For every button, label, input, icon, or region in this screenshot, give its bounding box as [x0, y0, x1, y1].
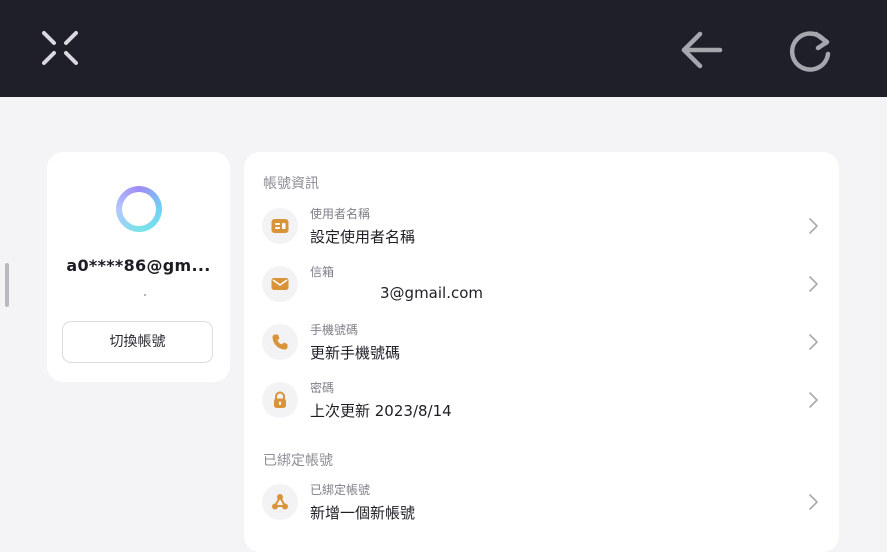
- linked-account-row[interactable]: 已綁定帳號 新增一個新帳號: [244, 476, 839, 528]
- username-row[interactable]: 使用者名稱 設定使用者名稱: [244, 200, 839, 252]
- avatar: [116, 186, 162, 232]
- row-value: 新增一個新帳號: [310, 504, 416, 522]
- account-settings-card: 帳號資訊 使用者名稱 設定使用者名稱 信箱 3@gmail.com 手機號碼 更…: [244, 152, 839, 552]
- scroll-handle[interactable]: [5, 263, 9, 307]
- chevron-right-icon: [809, 392, 818, 408]
- chevron-right-icon: [809, 494, 818, 510]
- arrow-left-icon: [681, 31, 723, 69]
- password-row[interactable]: 密碼 上次更新 2023/8/14: [244, 374, 839, 426]
- phone-icon: [262, 324, 298, 360]
- row-label: 使用者名稱: [310, 207, 371, 221]
- refresh-icon: [789, 31, 831, 72]
- back-button[interactable]: [678, 28, 726, 72]
- id-card-icon: [262, 208, 298, 244]
- row-value: 更新手機號碼: [310, 344, 401, 362]
- top-bar: [0, 0, 887, 97]
- row-value: 設定使用者名稱: [310, 228, 416, 246]
- profile-subtitle-dot: [144, 294, 146, 296]
- row-value: 3@gmail.com: [380, 284, 484, 302]
- close-icon: [42, 31, 78, 65]
- lock-icon: [262, 382, 298, 418]
- row-label: 密碼: [310, 381, 335, 395]
- row-label: 信箱: [310, 265, 335, 279]
- chevron-right-icon: [809, 334, 818, 350]
- email-row[interactable]: 信箱 3@gmail.com: [244, 258, 839, 310]
- chevron-right-icon: [809, 218, 818, 234]
- link-nodes-icon: [262, 484, 298, 520]
- section-title-account-info: 帳號資訊: [263, 176, 319, 192]
- row-label: 手機號碼: [310, 323, 359, 337]
- profile-card: a0****86@gm... 切換帳號: [47, 152, 230, 382]
- switch-account-button[interactable]: 切換帳號: [62, 321, 213, 363]
- refresh-button[interactable]: [786, 26, 834, 74]
- chevron-right-icon: [809, 276, 818, 292]
- row-value: 上次更新 2023/8/14: [310, 402, 452, 420]
- phone-row[interactable]: 手機號碼 更新手機號碼: [244, 316, 839, 368]
- row-label: 已綁定帳號: [310, 483, 371, 497]
- close-button[interactable]: [38, 28, 82, 68]
- mail-icon: [262, 266, 298, 302]
- section-title-linked-accounts: 已綁定帳號: [263, 453, 333, 469]
- profile-email: a0****86@gm...: [66, 256, 211, 275]
